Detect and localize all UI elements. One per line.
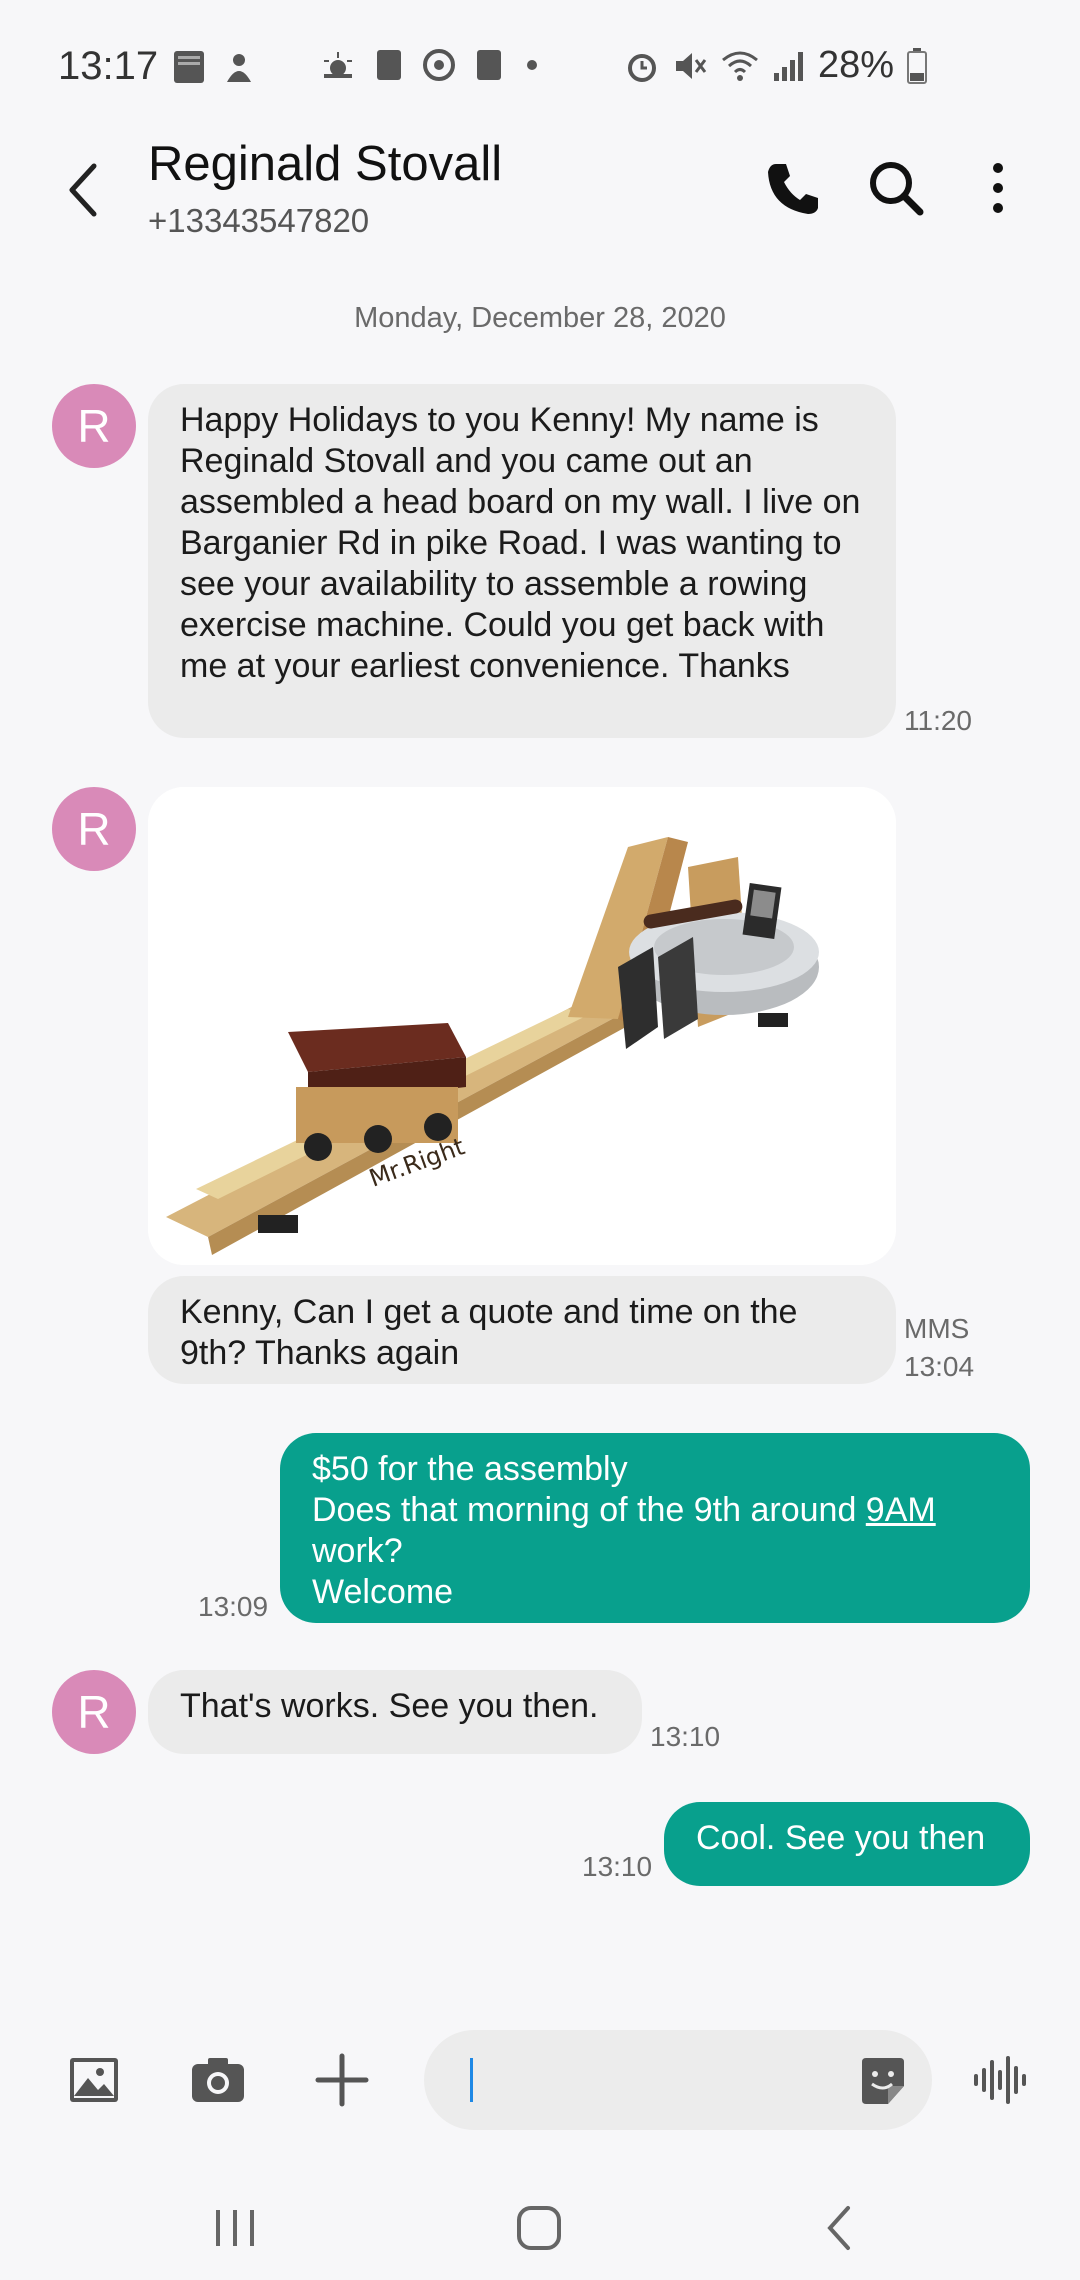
battery-percent: 28% (818, 44, 895, 86)
message-text: Does that morning of the 9th around (312, 1491, 866, 1529)
outgoing-message-bubble[interactable]: $50 for the assembly Does that morning o… (280, 1433, 1030, 1623)
dot-icon (527, 60, 537, 70)
status-bar: 13:17 28% (0, 0, 1080, 140)
signal-icon (774, 51, 803, 81)
text-caret (470, 2058, 473, 2102)
time-link[interactable]: 9AM (866, 1491, 936, 1529)
add-icon[interactable] (310, 2048, 374, 2112)
notification-icons-more (320, 48, 542, 82)
system-status-icons: 28% (624, 44, 928, 87)
message-line: work? (312, 1532, 403, 1570)
alarm-icon (628, 53, 656, 82)
book-icon (377, 50, 401, 80)
recent-apps-icon[interactable] (200, 2198, 270, 2258)
call-icon[interactable] (762, 156, 826, 220)
battery-icon (907, 47, 928, 84)
incoming-message-bubble[interactable]: Kenny, Can I get a quote and time on the… (148, 1276, 896, 1384)
bible-app-icon (174, 51, 204, 83)
message-text: Kenny, Can I get a quote and time on the… (180, 1293, 798, 1372)
contact-name: Reginald Stovall (148, 137, 503, 191)
contact-avatar[interactable]: R (52, 1670, 136, 1754)
message-line: Does that morning of the 9th around 9AM (312, 1490, 998, 1531)
gallery-icon[interactable] (62, 2048, 126, 2112)
contact-number: +13343547820 (148, 202, 370, 239)
back-nav-icon[interactable] (806, 2198, 876, 2258)
rowing-machine-image: Mr.Right (148, 787, 896, 1265)
date-separator: Monday, December 28, 2020 (354, 302, 726, 334)
message-timestamp: 13:10 (582, 1851, 653, 1882)
camera-icon[interactable] (186, 2048, 250, 2112)
message-timestamp: 13:10 (650, 1721, 721, 1752)
conversation-header: Reginald Stovall +13343547820 (0, 130, 1080, 280)
incoming-message-bubble[interactable]: Happy Holidays to you Kenny! My name is … (148, 384, 896, 738)
mms-image[interactable]: Mr.Right (148, 787, 896, 1265)
compose-bar (0, 2020, 1080, 2160)
contact-avatar[interactable]: R (52, 384, 136, 468)
message-timestamp: 11:20 (904, 705, 972, 736)
book-icon-2 (477, 50, 501, 80)
voice-record-icon[interactable] (968, 2048, 1032, 2112)
app-notification-icon (227, 54, 251, 82)
circle-app-icon (423, 49, 455, 81)
search-icon[interactable] (864, 156, 928, 220)
navigation-bar (0, 2180, 1080, 2280)
mute-icon (676, 52, 707, 79)
notification-icons (170, 48, 256, 86)
message-type-label: MMS (904, 1313, 970, 1344)
message-timestamp: 13:04 (904, 1351, 975, 1382)
wifi-icon (722, 51, 758, 81)
message-text: That's works. See you then. (180, 1687, 599, 1725)
more-options-icon[interactable] (966, 156, 1030, 220)
message-line: $50 for the assembly (312, 1450, 628, 1488)
sticker-icon[interactable] (856, 2054, 910, 2108)
message-text: Happy Holidays to you Kenny! My name is … (180, 401, 861, 685)
contact-avatar[interactable]: R (52, 787, 136, 871)
outgoing-message-bubble[interactable]: Cool. See you then (664, 1802, 1030, 1886)
message-line: Welcome (312, 1573, 454, 1611)
message-text: Cool. See you then (696, 1819, 986, 1857)
status-time: 13:17 (58, 44, 159, 88)
home-icon[interactable] (504, 2198, 574, 2258)
incoming-message-bubble[interactable]: That's works. See you then. (148, 1670, 642, 1754)
weather-icon (324, 52, 352, 78)
back-arrow-icon[interactable] (60, 160, 110, 220)
message-timestamp: 13:09 (198, 1591, 269, 1622)
message-input[interactable] (424, 2030, 932, 2130)
